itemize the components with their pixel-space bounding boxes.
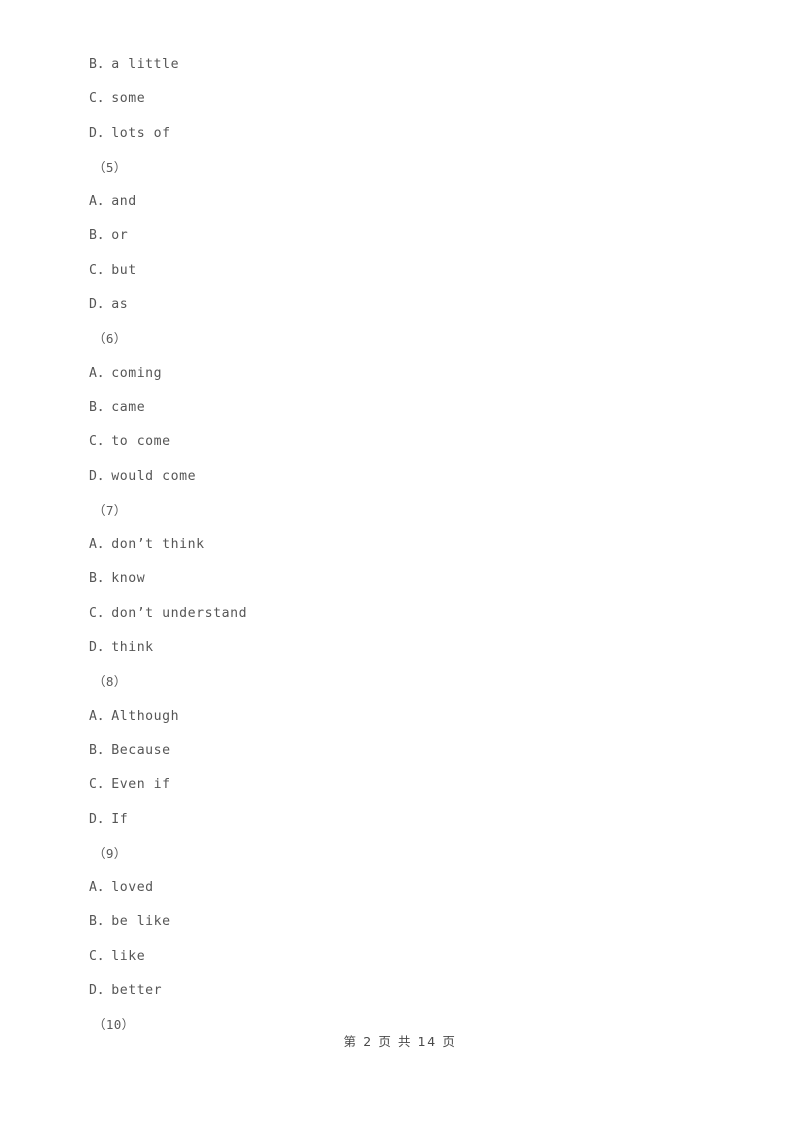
question-number: （6） [93,331,127,347]
answer-option: A．Although [89,708,180,724]
answer-option: A．coming [89,365,163,381]
answer-option: A．don’t think [89,537,205,553]
answer-option: C．Even if [89,777,171,793]
question-number: （7） [93,502,127,518]
answer-option: D．lots of [89,125,171,141]
answer-option: D．as [89,297,129,313]
answer-option: C．like [89,948,146,964]
answer-option: D．would come [89,468,197,484]
document-page: B．a little C．some D．lots of （5） A．and B．or C．b… [0,0,800,1132]
answer-option: A．and [89,194,137,210]
question-number: （8） [93,674,127,690]
answer-option: D．better [89,983,163,999]
answer-option: B．be like [89,914,171,930]
answer-option: C．don’t understand [89,605,248,621]
question-number: （5） [93,159,127,175]
answer-option: B．or [89,228,129,244]
answer-option: C．some [89,91,146,107]
answer-option: D．If [89,811,129,827]
answer-option: C．to come [89,434,171,450]
answer-options-list: B．a little C．some D．lots of （5） A．and B．or C．b… [89,48,709,1043]
answer-option: D．think [89,640,154,656]
question-number: （9） [93,845,127,861]
answer-option: B．know [89,571,146,587]
answer-option: B．Because [89,742,171,758]
answer-option: B．came [89,399,146,415]
answer-option: A．loved [89,880,154,896]
page-footer: 第 2 页 共 14 页 [343,1034,457,1049]
answer-option: B．a little [89,57,180,72]
answer-option: C．but [89,262,137,278]
